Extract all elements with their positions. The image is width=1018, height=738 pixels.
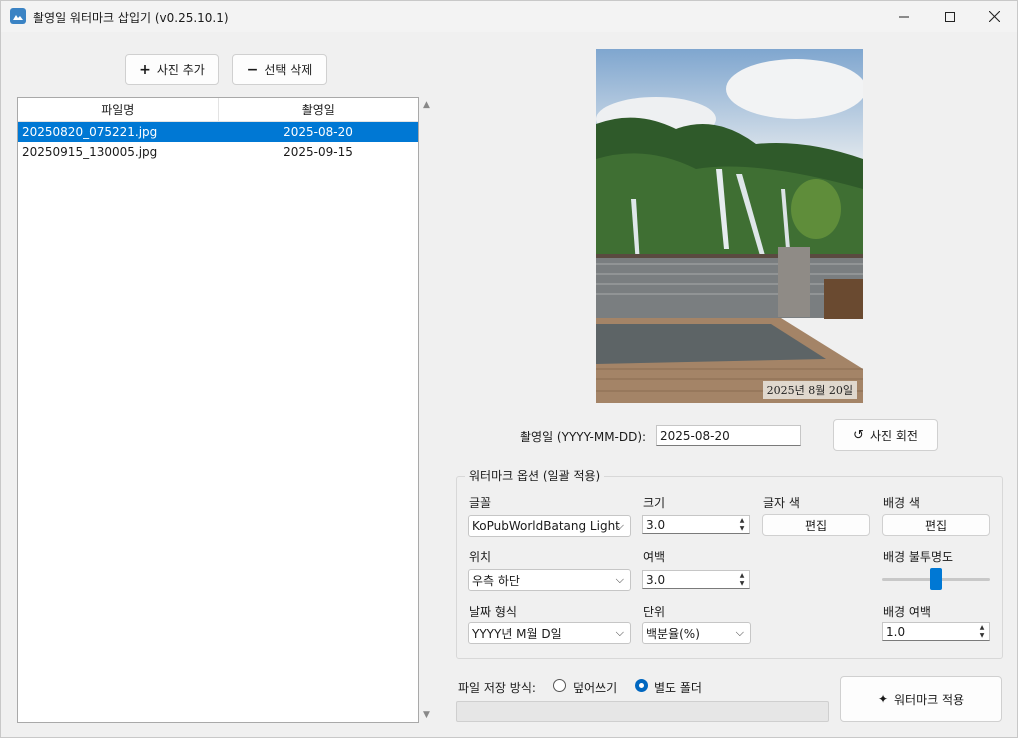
photo-preview: 2025년 8월 20일 (596, 49, 863, 403)
table-row[interactable]: 20250820_075221.jpg 2025-08-20 (18, 122, 418, 142)
row-date: 2025-08-20 (283, 125, 353, 139)
opacity-label: 배경 불투명도 (883, 550, 954, 564)
maximize-button[interactable] (927, 1, 973, 32)
separate-folder-label[interactable]: 별도 폴더 (654, 679, 702, 696)
spin-arrows-icon[interactable]: ▲ ▼ (975, 623, 989, 640)
spin-arrows-icon[interactable]: ▲ ▼ (735, 571, 749, 588)
save-mode-label: 파일 저장 방식: (458, 681, 536, 695)
close-button[interactable] (971, 1, 1017, 32)
font-label: 글꼴 (469, 496, 492, 510)
row-date: 2025-09-15 (283, 145, 353, 159)
title-bar: 촬영일 워터마크 삽입기 (v0.25.10.1) (1, 1, 1017, 32)
rotate-icon: ↺ (853, 427, 864, 443)
add-photo-label: 사진 추가 (156, 63, 205, 77)
apply-watermark-button[interactable]: ✦ 워터마크 적용 (840, 676, 1002, 722)
rotate-photo-button[interactable]: ↺ 사진 회전 (833, 419, 938, 451)
watermark-options-title: 워터마크 옵션 (일괄 적용) (465, 467, 605, 484)
date-input[interactable]: 2025-08-20 (656, 425, 801, 446)
chevron-down-icon: ⌵ (615, 519, 624, 532)
opacity-slider-handle[interactable] (930, 568, 942, 590)
bg-color-edit-button[interactable]: 편집 (882, 514, 990, 536)
file-list-header: 파일명 촬영일 (18, 98, 418, 122)
plus-icon: + (139, 61, 151, 78)
app-window: 촬영일 워터마크 삽입기 (v0.25.10.1) + 사진 추가 − 선택 삭… (0, 0, 1018, 738)
apply-watermark-label: 워터마크 적용 (894, 692, 965, 707)
position-select[interactable]: 우측 하단 ⌵ (468, 569, 631, 591)
close-icon (988, 11, 1000, 22)
position-label: 위치 (469, 550, 492, 564)
photo-image (596, 49, 863, 403)
overwrite-radio[interactable] (553, 679, 566, 692)
app-icon (10, 8, 26, 24)
size-spinbox[interactable]: 3.0 ▲ ▼ (642, 515, 750, 534)
bg-color-label: 배경 색 (883, 496, 920, 510)
bg-color-edit-label: 편집 (924, 518, 948, 533)
unit-label: 단위 (643, 605, 666, 619)
bg-margin-spinbox[interactable]: 1.0 ▲ ▼ (882, 622, 990, 641)
date-format-value: YYYY년 M월 D일 (472, 626, 562, 641)
delete-selected-button[interactable]: − 선택 삭제 (232, 54, 327, 85)
chevron-down-icon: ⌵ (615, 573, 624, 586)
text-color-edit-label: 편집 (804, 518, 828, 533)
sparkle-icon: ✦ (877, 692, 888, 706)
size-label: 크기 (643, 496, 666, 510)
overwrite-label[interactable]: 덮어쓰기 (573, 679, 617, 696)
minimize-icon (899, 16, 909, 17)
font-select[interactable]: KoPubWorldBatang Light ⌵ (468, 515, 631, 537)
table-row[interactable]: 20250915_130005.jpg 2025-09-15 (18, 142, 418, 162)
font-select-value: KoPubWorldBatang Light (472, 519, 620, 533)
margin-label: 여백 (643, 550, 666, 564)
minus-icon: − (246, 61, 259, 78)
add-photo-button[interactable]: + 사진 추가 (125, 54, 219, 85)
size-value: 3.0 (646, 517, 666, 532)
scroll-down-icon[interactable]: ▼ (423, 710, 430, 720)
row-filename: 20250915_130005.jpg (22, 145, 158, 159)
date-label: 촬영일 (YYYY-MM-DD): (520, 430, 647, 444)
rotate-photo-label: 사진 회전 (869, 428, 918, 443)
scroll-up-icon[interactable]: ▲ (423, 100, 430, 110)
column-filename[interactable]: 파일명 (18, 98, 219, 121)
progress-bar (456, 701, 829, 722)
text-color-edit-button[interactable]: 편집 (762, 514, 870, 536)
date-format-select[interactable]: YYYY년 M월 D일 ⌵ (468, 622, 631, 644)
bg-margin-value: 1.0 (886, 624, 906, 639)
position-select-value: 우측 하단 (472, 573, 520, 588)
file-list[interactable]: 파일명 촬영일 20250820_075221.jpg 2025-08-20 2… (17, 97, 419, 723)
minimize-button[interactable] (881, 1, 927, 32)
unit-select-value: 백분율(%) (646, 626, 700, 641)
chevron-down-icon: ⌵ (735, 626, 744, 639)
unit-select[interactable]: 백분율(%) ⌵ (642, 622, 751, 644)
text-color-label: 글자 색 (763, 496, 800, 510)
date-format-label: 날짜 형식 (469, 605, 517, 619)
maximize-icon (945, 11, 955, 22)
spin-arrows-icon[interactable]: ▲ ▼ (735, 516, 749, 533)
delete-selected-label: 선택 삭제 (264, 63, 313, 77)
chevron-down-icon: ⌵ (615, 626, 624, 639)
column-date[interactable]: 촬영일 (219, 98, 419, 121)
watermark-preview-text: 2025년 8월 20일 (762, 381, 857, 399)
bg-margin-label: 배경 여백 (883, 605, 931, 619)
row-filename: 20250820_075221.jpg (22, 125, 158, 139)
separate-folder-radio[interactable] (635, 679, 648, 692)
margin-value: 3.0 (646, 572, 666, 587)
margin-spinbox[interactable]: 3.0 ▲ ▼ (642, 570, 750, 589)
window-title: 촬영일 워터마크 삽입기 (v0.25.10.1) (33, 11, 229, 25)
